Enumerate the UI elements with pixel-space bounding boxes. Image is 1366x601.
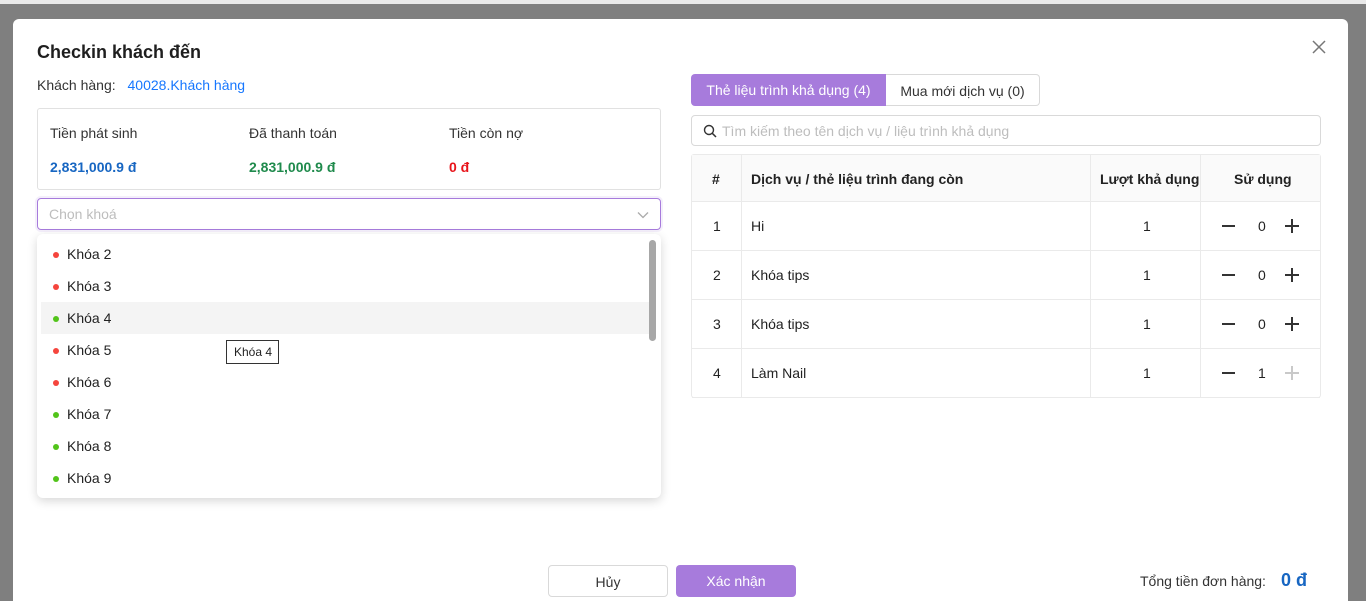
plus-icon[interactable] <box>1285 268 1299 282</box>
paid-column: Đã thanh toán 2,831,000.9 đ <box>249 125 337 175</box>
option-tooltip: Khóa 4 <box>226 340 279 364</box>
course-option-label: Khóa 3 <box>67 278 112 294</box>
column-divider <box>1090 155 1091 398</box>
row-number: 1 <box>713 218 721 234</box>
row-number: 2 <box>713 267 721 283</box>
table-row: 1 Hi 1 0 <box>692 202 1320 251</box>
order-total-value: 0 đ <box>1281 570 1308 590</box>
course-option[interactable]: Khóa 8 <box>41 430 649 462</box>
minus-icon[interactable] <box>1222 274 1235 276</box>
table-row: 3 Khóa tips 1 0 <box>692 300 1320 349</box>
course-option[interactable]: Khóa 3 <box>41 270 649 302</box>
course-option[interactable]: Khóa 7 <box>41 398 649 430</box>
row-available: 1 <box>1143 316 1151 332</box>
plus-icon-disabled <box>1285 366 1299 380</box>
col-header-use: Sử dụng <box>1234 171 1292 187</box>
course-option-label: Khóa 7 <box>67 406 112 422</box>
table-row: 2 Khóa tips 1 0 <box>692 251 1320 300</box>
order-total-label: Tổng tiền đơn hàng: <box>1140 573 1266 589</box>
close-icon[interactable] <box>1309 37 1329 57</box>
row-service: Làm Nail <box>751 365 807 381</box>
course-select[interactable]: Chọn khoá <box>37 198 661 230</box>
row-available: 1 <box>1143 365 1151 381</box>
course-option-hovered[interactable]: Khóa 4 <box>41 302 649 334</box>
confirm-button[interactable]: Xác nhận <box>676 565 796 597</box>
minus-icon[interactable] <box>1222 372 1235 374</box>
status-dot <box>53 380 59 386</box>
minus-icon[interactable] <box>1222 323 1235 325</box>
column-divider <box>1200 155 1201 398</box>
row-available: 1 <box>1143 218 1151 234</box>
row-service: Khóa tips <box>751 316 810 332</box>
course-dropdown: Khóa 2 Khóa 3 Khóa 4 Khóa 5 Khóa 6 Khóa … <box>37 234 661 498</box>
status-dot <box>53 348 59 354</box>
debt-value: 0 đ <box>449 159 470 175</box>
status-dot <box>53 476 59 482</box>
cancel-button[interactable]: Hủy <box>548 565 668 597</box>
row-use-qty: 0 <box>1258 218 1266 234</box>
course-option-label: Khóa 6 <box>67 374 112 390</box>
search-icon <box>703 124 717 138</box>
service-search-input[interactable]: Tìm kiếm theo tên dịch vụ / liệu trình k… <box>691 115 1321 146</box>
incurred-value: 2,831,000.9 đ <box>50 159 137 175</box>
status-dot <box>53 252 59 258</box>
customer-link[interactable]: 40028.Khách hàng <box>128 77 246 93</box>
row-use-qty: 1 <box>1258 365 1266 381</box>
row-use-qty: 0 <box>1258 267 1266 283</box>
tab-available-cards[interactable]: Thẻ liệu trình khả dụng (4) <box>691 74 886 106</box>
course-option-label: Khóa 4 <box>67 310 112 326</box>
row-available: 1 <box>1143 267 1151 283</box>
customer-label: Khách hàng: <box>37 77 116 93</box>
course-option[interactable]: Khóa 2 <box>41 238 649 270</box>
status-dot <box>53 412 59 418</box>
tab-buy-new-service[interactable]: Mua mới dịch vụ (0) <box>886 74 1040 106</box>
row-service: Hi <box>751 218 765 234</box>
status-dot <box>53 444 59 450</box>
course-option[interactable]: Khóa 9 <box>41 462 649 494</box>
services-table: # Dịch vụ / thẻ liệu trình đang còn Lượt… <box>691 154 1321 398</box>
course-option-label: Khóa 8 <box>67 438 112 454</box>
row-service: Khóa tips <box>751 267 810 283</box>
minus-icon[interactable] <box>1222 225 1235 227</box>
checkin-modal: Checkin khách đến Khách hàng: 40028.Khác… <box>13 19 1348 601</box>
dropdown-scrollbar[interactable] <box>649 240 656 341</box>
course-option-label: Khóa 2 <box>67 246 112 262</box>
background-strip <box>0 0 1366 4</box>
status-dot <box>53 316 59 322</box>
table-header: # Dịch vụ / thẻ liệu trình đang còn Lượt… <box>692 155 1320 202</box>
course-option[interactable]: Khóa 5 <box>41 334 649 366</box>
paid-value: 2,831,000.9 đ <box>249 159 336 175</box>
plus-icon[interactable] <box>1285 219 1299 233</box>
chevron-down-icon <box>636 208 650 222</box>
column-divider <box>741 155 742 398</box>
course-option-label: Khóa 9 <box>67 470 112 486</box>
incurred-label: Tiền phát sinh <box>50 125 138 141</box>
debt-label: Tiền còn nợ <box>449 125 524 141</box>
payment-summary: Tiền phát sinh 2,831,000.9 đ Đã thanh to… <box>37 108 661 190</box>
col-header-service: Dịch vụ / thẻ liệu trình đang còn <box>751 171 964 187</box>
status-dot <box>53 284 59 290</box>
modal-title: Checkin khách đến <box>37 42 202 62</box>
customer-info: Khách hàng: 40028.Khách hàng <box>37 77 245 93</box>
plus-icon[interactable] <box>1285 317 1299 331</box>
incurred-column: Tiền phát sinh 2,831,000.9 đ <box>50 125 137 175</box>
course-option[interactable]: Khóa 6 <box>41 366 649 398</box>
row-number: 4 <box>713 365 721 381</box>
course-select-placeholder: Chọn khoá <box>49 206 117 222</box>
debt-column: Tiền còn nợ 0 đ <box>449 125 523 175</box>
table-row: 4 Làm Nail 1 1 <box>692 349 1320 398</box>
course-option-label: Khóa 5 <box>67 342 112 358</box>
paid-label: Đã thanh toán <box>249 125 337 141</box>
col-header-no: # <box>712 171 720 187</box>
search-placeholder: Tìm kiếm theo tên dịch vụ / liệu trình k… <box>722 123 1010 139</box>
row-use-qty: 0 <box>1258 316 1266 332</box>
row-number: 3 <box>713 316 721 332</box>
col-header-available: Lượt khả dụng <box>1100 171 1200 187</box>
